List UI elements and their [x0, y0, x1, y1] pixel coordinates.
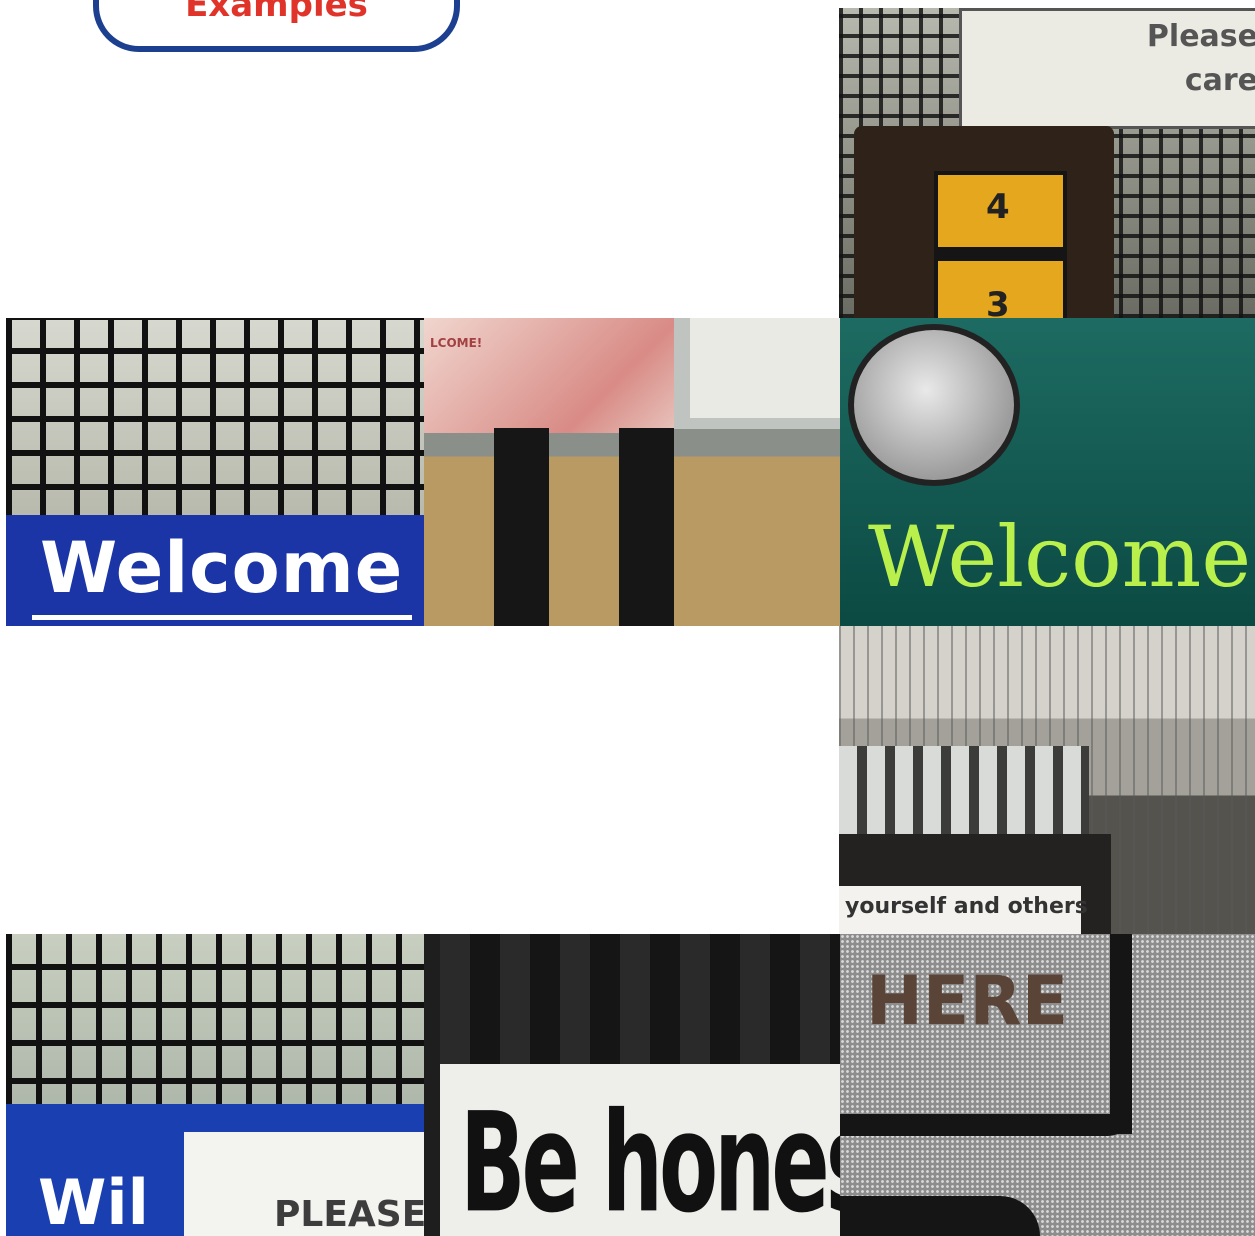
metal-post-left: [494, 428, 549, 626]
notice-strip: yourself and others: [839, 886, 1088, 934]
hydrant-bar: [938, 247, 1063, 261]
metal-disc: [848, 324, 1020, 486]
photo-here: HERE: [840, 934, 1255, 1236]
examples-badge: Examples: [93, 0, 460, 52]
photo-green-welcome: Welcome: [840, 318, 1255, 626]
underline: [32, 615, 412, 620]
paper-notice: PLEASE: [184, 1132, 424, 1236]
welcome-text-green: Welcome: [868, 508, 1252, 606]
photo-blue-welcome: Welcome: [6, 318, 424, 626]
black-line-vertical: [1110, 934, 1132, 1134]
black-line-horizontal: [840, 1114, 1130, 1136]
sign-text-care: care: [1184, 63, 1255, 98]
spiked-fence: [839, 746, 1089, 841]
hydrant-number-top: 4: [986, 187, 1010, 227]
hydrant-marker: 4 3: [934, 171, 1067, 318]
photo-blue-will-please: Wil PLEASE: [6, 934, 424, 1236]
photo-building-site: yourself and others: [839, 626, 1255, 934]
welcome-text-blue: Welcome: [40, 527, 404, 609]
will-text: Wil: [38, 1166, 149, 1236]
photo-be-honest: Be honest: [424, 934, 840, 1236]
please-care-sign: Please care: [959, 8, 1255, 129]
metal-post-right: [619, 428, 674, 626]
black-line-bottom: [840, 1196, 1040, 1236]
photo-please-take-care-hydrant: Please care 4 3: [839, 8, 1255, 318]
photo-clear-bag-posts: LCOME!: [424, 318, 840, 626]
please-text: PLEASE: [274, 1194, 424, 1235]
sticker: Be honest: [440, 1064, 840, 1236]
plastic-bag: LCOME!: [424, 318, 674, 433]
background-house: [690, 318, 840, 418]
be-honest-text: Be honest: [460, 1084, 840, 1236]
sign-text-please: Please: [1146, 19, 1255, 54]
blue-welcome-sign: Welcome: [6, 515, 424, 626]
hydrant-number-bottom: 3: [986, 285, 1010, 318]
here-text: HERE: [866, 962, 1069, 1041]
bag-text: LCOME!: [430, 336, 483, 350]
hydrant-backplate: 4 3: [854, 126, 1114, 318]
examples-heading: Examples: [185, 0, 368, 25]
notice-text: yourself and others: [845, 894, 1088, 919]
